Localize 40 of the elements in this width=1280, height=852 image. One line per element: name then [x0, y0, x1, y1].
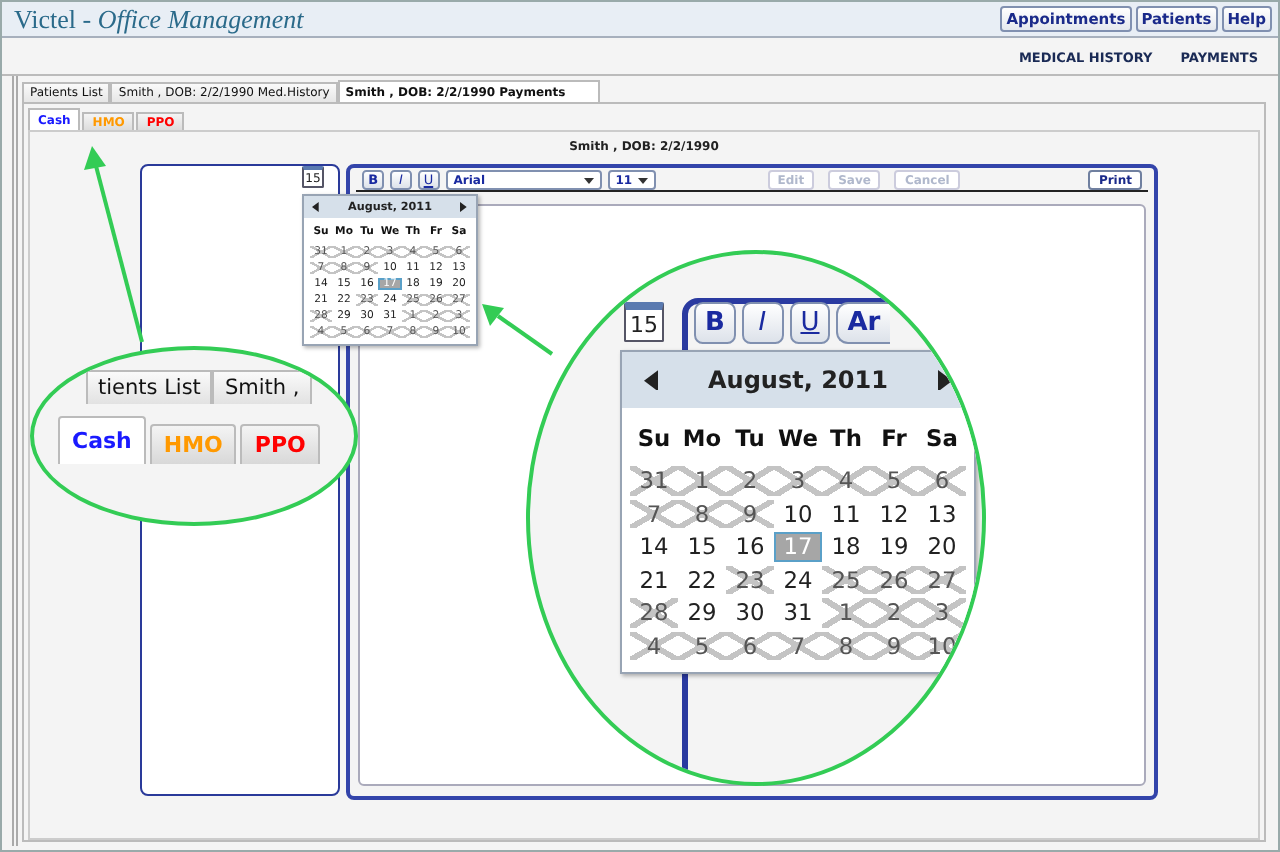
caret-icon: [583, 177, 594, 183]
calendar-day[interactable]: 21: [630, 565, 678, 595]
calendar-day[interactable]: 24: [774, 565, 822, 595]
weekday-label: Th: [828, 421, 864, 455]
weekday-label: Mo: [680, 421, 724, 455]
format-button[interactable]: I: [741, 302, 784, 344]
next-month-icon[interactable]: [460, 201, 468, 213]
calendar-day[interactable]: 22: [678, 565, 726, 595]
calendar-day[interactable]: 18: [822, 532, 870, 562]
tab[interactable]: Smith ,: [212, 370, 312, 404]
calendar-day[interactable]: 29: [678, 598, 726, 628]
font-select[interactable]: Ar: [836, 302, 890, 344]
calendar-day[interactable]: 20: [918, 532, 966, 562]
caret-icon: [637, 177, 648, 183]
calendar-day[interactable]: 19: [870, 532, 918, 562]
calendar-day[interactable]: 30: [726, 598, 774, 628]
tab[interactable]: tients List: [86, 370, 213, 404]
weekday-label: Fr: [879, 421, 909, 455]
weekday-label: Su: [635, 421, 673, 455]
weekday-label: Tu: [733, 421, 767, 455]
format-button[interactable]: U: [789, 302, 831, 344]
calendar-day[interactable]: 15: [678, 532, 726, 562]
prev-month-icon[interactable]: [312, 201, 320, 213]
callout-arrow: [482, 304, 554, 356]
app-title: Victel - Office Management: [14, 3, 304, 35]
calendar-day[interactable]: 10: [774, 499, 822, 529]
calendar-day[interactable]: 31: [774, 598, 822, 628]
calendar-day[interactable]: 11: [822, 499, 870, 529]
calendar-day[interactable]: 12: [870, 499, 918, 529]
format-button[interactable]: B: [694, 302, 736, 344]
prev-month-icon[interactable]: [644, 369, 659, 391]
payment-tab[interactable]: Cash: [58, 416, 146, 464]
calendar-month-title: August, 2011: [708, 366, 888, 394]
calendar-day[interactable]: 14: [630, 532, 678, 562]
next-month-icon[interactable]: [937, 369, 952, 391]
calendar-day[interactable]: 13: [918, 499, 966, 529]
weekday-label: We: [776, 421, 820, 455]
weekday-label: Sa: [924, 421, 960, 455]
calendar-day[interactable]: 16: [726, 532, 774, 562]
calendar-icon[interactable]: 15: [624, 302, 664, 342]
